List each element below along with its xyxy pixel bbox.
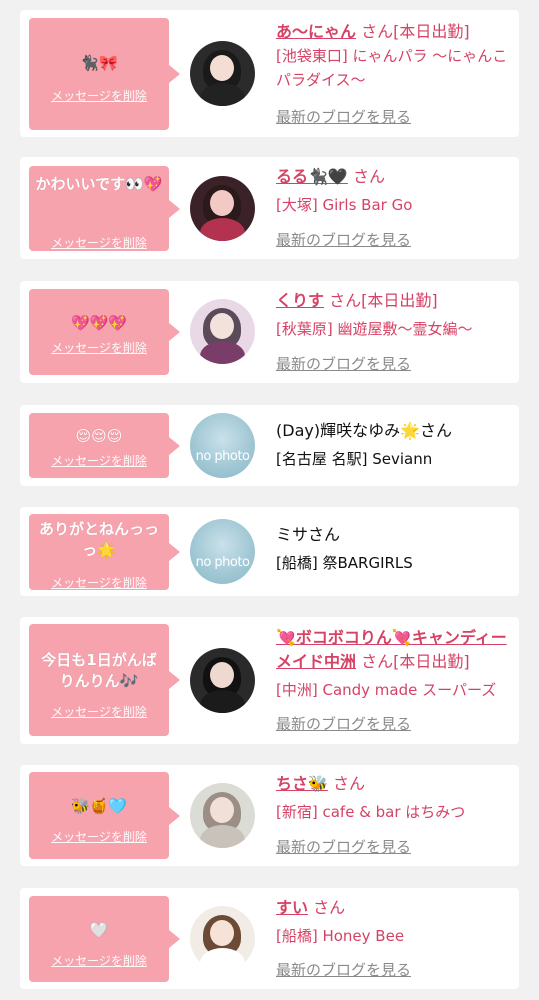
message-text: 🐝🍯🩵 — [70, 797, 128, 815]
honorific: さん — [329, 291, 362, 310]
latest-blog-link[interactable]: 最新のブログを見る — [276, 108, 411, 126]
list-item: かわいいです👀💖 メッセージを削除 るる🐈‍⬛🖤 さん [大塚] Girls B… — [20, 157, 519, 259]
message-text: 🐈‍⬛🎀 — [80, 54, 118, 72]
avatar[interactable] — [190, 906, 255, 971]
message-text: 😌😌😌 — [75, 427, 123, 445]
honorific: さん — [352, 167, 385, 186]
delete-message-link[interactable]: メッセージを削除 — [29, 576, 169, 590]
message-text: ありがとねんっっっ🌟 — [38, 520, 159, 559]
entry-info: くりす さん[本日出勤] [秋葉原] 幽遊屋敷〜霊女編〜 — [276, 289, 511, 341]
delete-message-link[interactable]: メッセージを削除 — [29, 89, 169, 103]
delete-message-link[interactable]: メッセージを削除 — [29, 236, 169, 250]
cast-name-link[interactable]: るる🐈‍⬛🖤 — [276, 167, 348, 186]
delete-message-link[interactable]: メッセージを削除 — [29, 454, 169, 468]
message-bubble: 🐝🍯🩵 メッセージを削除 — [29, 772, 180, 859]
attendance-badge: [本日出勤] — [361, 291, 438, 310]
shop-name: [船橋] Honey Bee — [276, 927, 405, 945]
entry-info: 💘ボコボコりん💘キャンディーメイド中洲 さん[本日出勤] [中洲] Candy … — [276, 626, 511, 702]
latest-blog-link[interactable]: 最新のブログを見る — [276, 715, 411, 733]
shop-name: [大塚] Girls Bar Go — [276, 196, 413, 214]
entry-info: (Day)輝咲なゆみ🌟さん [名古屋 名駅] Seviann — [276, 419, 511, 471]
entry-info: ちさ🐝 さん [新宿] cafe & bar はちみつ — [276, 772, 511, 824]
delete-message-link[interactable]: メッセージを削除 — [29, 705, 169, 719]
avatar-no-photo[interactable]: no photo — [190, 413, 255, 478]
list-item: 🐈‍⬛🎀 メッセージを削除 あ〜にゃん さん[本日出勤] [池袋東口] にゃんパ… — [20, 10, 519, 137]
latest-blog-link[interactable]: 最新のブログを見る — [276, 838, 411, 856]
honorific: さん — [313, 898, 346, 917]
list-item: 🤍 メッセージを削除 すい さん [船橋] Honey Bee 最新のブログを見… — [20, 888, 519, 989]
avatar[interactable] — [190, 299, 255, 364]
honorific: さん — [361, 22, 394, 41]
no-photo-label: no photo — [195, 555, 250, 570]
latest-blog-link[interactable]: 最新のブログを見る — [276, 355, 411, 373]
message-bubble: 🐈‍⬛🎀 メッセージを削除 — [29, 18, 180, 130]
cast-name: ミサ — [276, 525, 309, 544]
message-text: 💖💖💖 — [70, 314, 128, 332]
shop-name: [秋葉原] 幽遊屋敷〜霊女編〜 — [276, 320, 473, 338]
delete-message-link[interactable]: メッセージを削除 — [29, 830, 169, 844]
shop-name: [新宿] cafe & bar はちみつ — [276, 803, 466, 821]
no-photo-label: no photo — [195, 449, 250, 464]
honorific: さん — [333, 774, 366, 793]
list-item: 🐝🍯🩵 メッセージを削除 ちさ🐝 さん [新宿] cafe & bar はちみつ… — [20, 765, 519, 866]
list-item: 今日も1日がんばりんりん🎶 メッセージを削除 💘ボコボコりん💘キャンディーメイド… — [20, 617, 519, 744]
entry-info: あ〜にゃん さん[本日出勤] [池袋東口] にゃんパラ 〜にゃんこパラダイス〜 — [276, 20, 511, 92]
message-bubble: 😌😌😌 メッセージを削除 — [29, 413, 180, 478]
list-item: 😌😌😌 メッセージを削除 no photo (Day)輝咲なゆみ🌟さん [名古屋… — [20, 405, 519, 486]
delete-message-link[interactable]: メッセージを削除 — [29, 954, 169, 968]
message-text: 🤍 — [89, 921, 109, 939]
cast-name-link[interactable]: くりす — [276, 291, 324, 310]
honorific: さん — [420, 421, 453, 440]
attendance-badge: [本日出勤] — [393, 22, 470, 41]
shop-name: [中洲] Candy made スーパーズ — [276, 681, 497, 699]
avatar[interactable] — [190, 648, 255, 713]
cast-name-link[interactable]: ちさ🐝 — [276, 774, 328, 793]
list-item: 💖💖💖 メッセージを削除 くりす さん[本日出勤] [秋葉原] 幽遊屋敷〜霊女編… — [20, 281, 519, 383]
honorific: さん — [308, 525, 341, 544]
list-item: ありがとねんっっっ🌟 メッセージを削除 no photo ミサさん [船橋] 祭… — [20, 507, 519, 596]
latest-blog-link[interactable]: 最新のブログを見る — [276, 961, 411, 979]
message-text: 今日も1日がんばりんりん🎶 — [41, 651, 157, 690]
shop-name: [名古屋 名駅] Seviann — [276, 450, 433, 468]
entry-info: るる🐈‍⬛🖤 さん [大塚] Girls Bar Go — [276, 165, 511, 217]
cast-name-link[interactable]: あ〜にゃん — [276, 22, 356, 41]
entry-info: すい さん [船橋] Honey Bee — [276, 896, 511, 948]
latest-blog-link[interactable]: 最新のブログを見る — [276, 231, 411, 249]
entry-info: ミサさん [船橋] 祭BARGIRLS — [276, 523, 511, 575]
message-bubble: 今日も1日がんばりんりん🎶 メッセージを削除 — [29, 624, 180, 736]
avatar[interactable] — [190, 176, 255, 241]
avatar-no-photo[interactable]: no photo — [190, 519, 255, 584]
message-bubble: 💖💖💖 メッセージを削除 — [29, 289, 180, 375]
message-bubble: 🤍 メッセージを削除 — [29, 896, 180, 982]
message-text: かわいいです👀💖 — [35, 175, 163, 193]
cast-name-link[interactable]: すい — [276, 898, 308, 917]
avatar[interactable] — [190, 783, 255, 848]
delete-message-link[interactable]: メッセージを削除 — [29, 341, 169, 355]
shop-name: [池袋東口] にゃんパラ 〜にゃんこパラダイス〜 — [276, 47, 508, 89]
message-list: 🐈‍⬛🎀 メッセージを削除 あ〜にゃん さん[本日出勤] [池袋東口] にゃんパ… — [0, 0, 539, 1000]
message-bubble: ありがとねんっっっ🌟 メッセージを削除 — [29, 514, 180, 590]
shop-name: [船橋] 祭BARGIRLS — [276, 554, 413, 572]
honorific: さん — [361, 652, 394, 671]
message-bubble: かわいいです👀💖 メッセージを削除 — [29, 166, 180, 251]
cast-name: (Day)輝咲なゆみ🌟 — [276, 421, 421, 440]
attendance-badge: [本日出勤] — [393, 652, 470, 671]
avatar[interactable] — [190, 41, 255, 106]
